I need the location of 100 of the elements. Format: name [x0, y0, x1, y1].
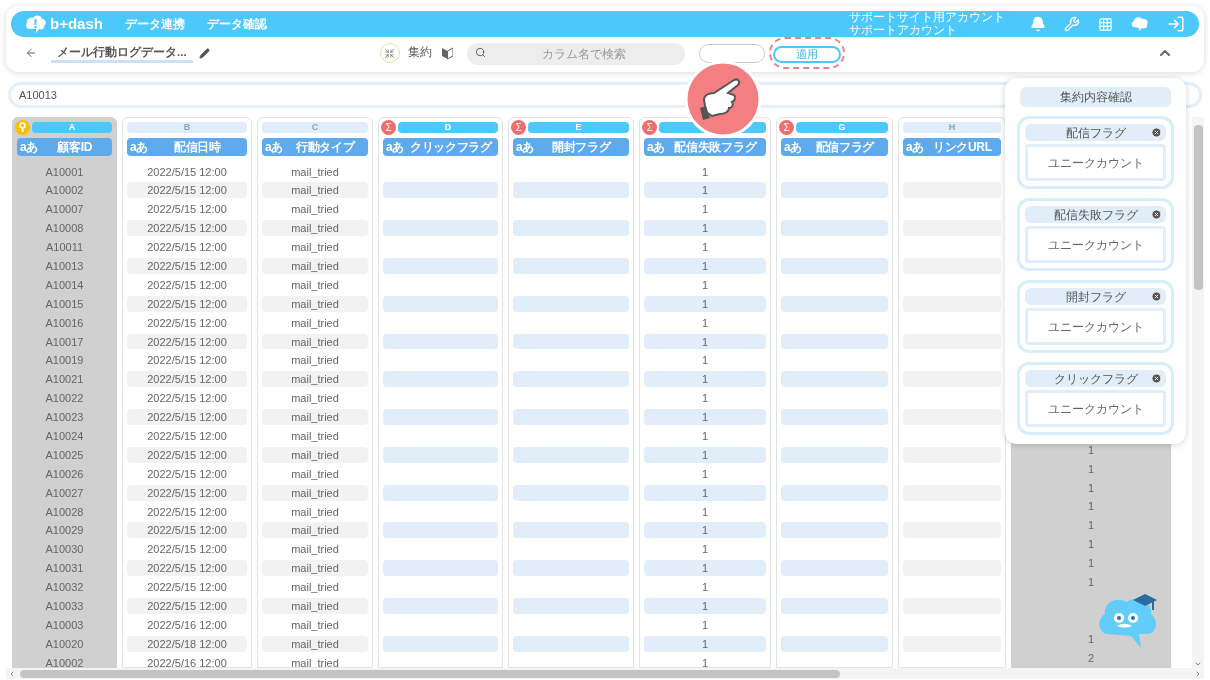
table-cell-text: A10032: [44, 580, 85, 595]
table-cell-text: 2022/5/15 12:00: [146, 164, 228, 180]
method-field[interactable]: ユニークカウント: [1025, 144, 1166, 181]
table-cell-text: 2022/5/16 12:00: [146, 617, 228, 633]
table-cell: mail_tried: [262, 522, 368, 539]
column-header[interactable]: aあ クリックフラグ: [383, 138, 498, 156]
shield-icon[interactable]: [441, 46, 453, 60]
table-cell-text: 2022/5/15 12:00: [146, 353, 228, 369]
mascot-chat-icon[interactable]: [1131, 16, 1149, 32]
nav-link[interactable]: データ確認: [206, 15, 267, 33]
table-cell: 2022/5/15 12:00: [127, 522, 247, 539]
scroll-thumb[interactable]: [20, 669, 840, 678]
scroll-down-icon[interactable]: [1194, 660, 1202, 668]
column-header[interactable]: aあ リンクURL: [903, 138, 1001, 156]
column-header[interactable]: aあ 配信フラグ: [781, 138, 888, 156]
apply-button[interactable]: 適用: [772, 46, 841, 63]
column-header[interactable]: aあ 配信日時: [127, 138, 247, 156]
method-field[interactable]: ユニークカウント: [1025, 308, 1166, 345]
column-letter[interactable]: D: [398, 122, 498, 133]
card-column-label[interactable]: クリックフラグ: [1025, 370, 1166, 387]
table-cell-text: A10001: [44, 164, 85, 180]
back-icon[interactable]: [25, 47, 37, 59]
remove-icon[interactable]: [1151, 373, 1162, 384]
table-cell-text: A10011: [44, 240, 85, 255]
bell-icon[interactable]: [1030, 16, 1046, 32]
remove-icon[interactable]: [1151, 127, 1162, 138]
table-cell-text: mail_tried: [290, 391, 340, 407]
logo-text[interactable]: b+dash: [50, 12, 103, 36]
wrench-icon[interactable]: [1064, 16, 1080, 32]
table-cell: 1: [644, 484, 766, 501]
table-cell-text: 2022/5/16 12:00: [146, 655, 228, 668]
table-cell-text: A10008: [44, 221, 85, 237]
login-icon[interactable]: [1167, 15, 1185, 33]
table-cell-text: mail_tried: [290, 164, 340, 180]
table-cell: 2022/5/15 12:00: [127, 220, 247, 237]
remove-icon[interactable]: [1151, 291, 1162, 302]
table-cell: 1: [644, 522, 766, 539]
column-label-text: 配信フラグ: [1065, 124, 1126, 142]
table-cell: 1: [644, 560, 766, 577]
card-column-label[interactable]: 開封フラグ: [1025, 288, 1166, 305]
table-cell-text: mail_tried: [290, 542, 340, 558]
type-label: aあ: [20, 139, 37, 156]
column-header[interactable]: aあ 配信失敗フラグ: [644, 138, 766, 156]
table-cell: 1: [644, 446, 766, 463]
column-header[interactable]: aあ 行動タイプ: [262, 138, 368, 156]
scroll-thumb[interactable]: [1193, 125, 1203, 290]
column-header[interactable]: aあ 顧客ID: [17, 138, 112, 156]
table-cell-text: A10013: [44, 258, 85, 274]
table-cell-text: A10020: [44, 636, 85, 652]
table-cell: mail_tried: [262, 220, 368, 237]
column-letter[interactable]: G: [796, 122, 888, 133]
table-cell-text: 1: [700, 617, 710, 633]
table-cell-text: 1: [700, 580, 710, 595]
remove-icon[interactable]: [1151, 209, 1162, 220]
scroll-right-icon[interactable]: [1194, 669, 1202, 678]
scroll-left-icon[interactable]: [8, 669, 16, 678]
dataset-title[interactable]: メール行動ログデータ...: [51, 43, 193, 63]
horizontal-scrollbar[interactable]: [6, 668, 1204, 679]
table-cell-text: mail_tried: [290, 655, 340, 668]
type-label: aあ: [265, 139, 282, 156]
table-cell-text: mail_tried: [290, 466, 340, 482]
table-cell-text: mail_tried: [290, 315, 340, 331]
method-field[interactable]: ユニークカウント: [1025, 226, 1166, 263]
table-cell: 1: [644, 182, 766, 199]
table-cell-text: A10031: [44, 561, 85, 577]
type-label: aあ: [784, 139, 801, 156]
grid-icon[interactable]: [1098, 16, 1113, 32]
method-field[interactable]: ユニークカウント: [1025, 390, 1166, 427]
table-cell: 1: [644, 409, 766, 425]
table-cell: 1: [644, 295, 766, 312]
column-letter[interactable]: C: [262, 122, 368, 133]
table-cell: 2022/5/15 12:00: [127, 560, 247, 577]
column-header[interactable]: aあ 開封フラグ: [513, 138, 629, 156]
column-letter[interactable]: E: [528, 122, 629, 133]
card-column-label[interactable]: 配信失敗フラグ: [1025, 206, 1166, 223]
vertical-scrollbar[interactable]: [1192, 117, 1204, 668]
column-letter[interactable]: H: [903, 122, 1001, 133]
table-cell: 2022/5/15 12:00: [127, 182, 247, 199]
search-field[interactable]: カラム名で検索: [466, 43, 685, 65]
column-letter[interactable]: A: [32, 122, 112, 133]
table-cell: 2022/5/15 12:00: [127, 333, 247, 350]
table-cell-text: 2022/5/15 12:00: [146, 504, 228, 520]
card-column-label[interactable]: 配信フラグ: [1025, 124, 1166, 141]
table-cell-text: A10002: [44, 655, 85, 668]
table-cell: mail_tried: [262, 446, 368, 463]
table-cell-text: 1: [700, 164, 710, 180]
table-cell: mail_tried: [262, 333, 368, 350]
nav-link[interactable]: データ連携: [124, 15, 185, 33]
toggle-button[interactable]: [698, 43, 765, 63]
type-label: aあ: [386, 139, 403, 156]
edit-icon[interactable]: [198, 47, 210, 59]
column-name: 配信失敗フラグ: [673, 139, 759, 156]
table-cell-text: A10014: [44, 277, 85, 293]
table-cell-text: mail_tried: [290, 202, 340, 218]
column-letter[interactable]: B: [127, 122, 247, 133]
sum-symbol: Σ: [381, 120, 396, 135]
table-cell-text: A10027: [44, 485, 85, 501]
table-cell: 2022/5/15 12:00: [127, 446, 247, 463]
table-cell-text: 2022/5/15 12:00: [146, 466, 228, 482]
table-cell: 1: [644, 333, 766, 350]
